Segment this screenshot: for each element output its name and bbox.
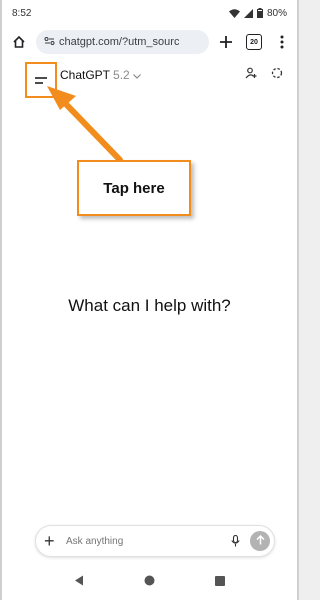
back-icon[interactable] xyxy=(74,573,84,591)
site-settings-icon[interactable] xyxy=(44,36,55,49)
wifi-icon xyxy=(228,8,240,18)
address-bar[interactable]: chatgpt.com/?utm_sourc xyxy=(36,30,209,54)
greeting-heading: What can I help with? xyxy=(68,296,231,315)
system-nav-bar xyxy=(2,564,297,600)
url-text: chatgpt.com/?utm_sourc xyxy=(59,36,180,48)
status-icons: 80% xyxy=(228,7,287,19)
message-input[interactable] xyxy=(60,535,226,547)
tab-switcher-icon[interactable]: 20 xyxy=(243,31,265,53)
temporary-chat-icon[interactable] xyxy=(271,66,283,84)
home-icon[interactable] xyxy=(8,31,30,53)
sidebar-menu-button[interactable] xyxy=(25,62,57,98)
send-icon xyxy=(255,532,265,550)
battery-percent: 80% xyxy=(266,7,287,19)
menu-icon xyxy=(35,71,47,89)
model-version: 5.2 xyxy=(113,68,130,82)
message-composer: + xyxy=(35,525,275,557)
more-icon[interactable] xyxy=(271,31,293,53)
plus-icon[interactable]: + xyxy=(44,532,60,550)
callout-text: Tap here xyxy=(103,179,165,197)
tab-count: 20 xyxy=(246,34,262,50)
chevron-down-icon xyxy=(132,68,141,82)
home-icon[interactable] xyxy=(144,573,155,591)
battery-icon xyxy=(256,8,263,18)
phone-screen: 8:52 80% chatgpt.com/?utm_sourc 20 ChatG… xyxy=(0,0,299,600)
mic-icon[interactable] xyxy=(226,532,244,550)
status-time: 8:52 xyxy=(12,7,32,19)
header-actions xyxy=(245,66,283,84)
status-bar: 8:52 80% xyxy=(2,0,297,26)
signal-icon xyxy=(243,8,253,18)
tap-here-callout: Tap here xyxy=(77,160,191,216)
browser-toolbar: chatgpt.com/?utm_sourc 20 xyxy=(2,26,297,58)
model-name: ChatGPT xyxy=(60,68,111,82)
recents-icon[interactable] xyxy=(215,573,225,591)
model-selector[interactable]: ChatGPT 5.2 xyxy=(60,68,141,82)
send-button[interactable] xyxy=(250,531,270,551)
add-person-icon[interactable] xyxy=(245,66,257,84)
app-header: ChatGPT 5.2 xyxy=(2,62,297,98)
new-tab-icon[interactable] xyxy=(215,31,237,53)
